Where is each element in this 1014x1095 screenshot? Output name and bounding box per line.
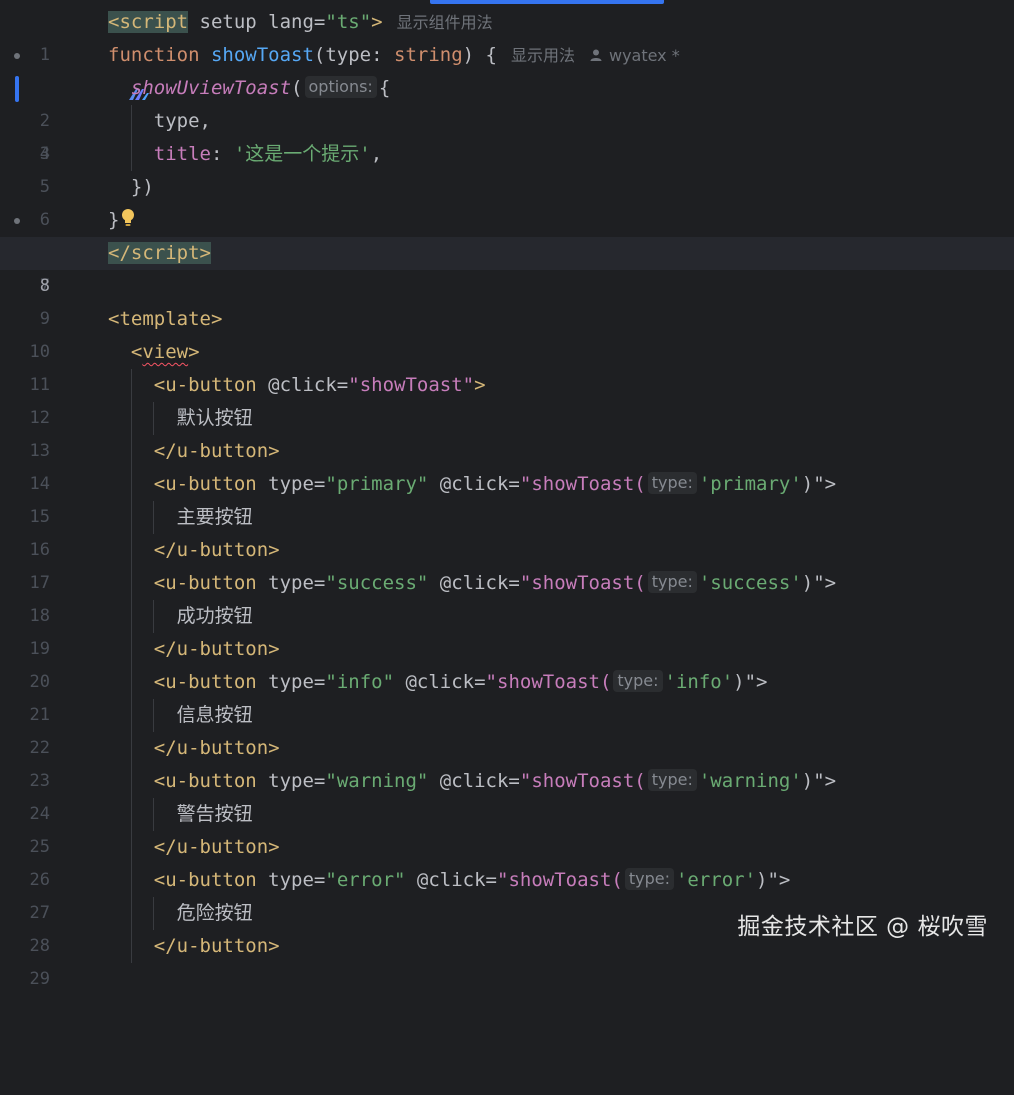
code-line[interactable]: 4 type, bbox=[0, 105, 1014, 164]
code-line[interactable]: 26 </u-button> bbox=[0, 831, 1014, 890]
code-line[interactable]: 17 </u-button> bbox=[0, 534, 1014, 593]
code-editor[interactable]: 1 <script setup lang="ts"> 显示组件用法 2 funct… bbox=[0, 6, 1014, 989]
code-line[interactable]: 7 } bbox=[0, 204, 1014, 296]
code-text: <u-button type="success" @click="showToa… bbox=[153, 570, 837, 594]
code-line[interactable]: 3 showUviewToast(options:{ bbox=[0, 72, 1014, 164]
watermark: 掘金技术社区 @ 桜吹雪 bbox=[737, 914, 988, 940]
code-text: 警告按钮 bbox=[176, 803, 253, 825]
code-text: <view> bbox=[130, 341, 200, 363]
code-line-current[interactable]: 8 </script> bbox=[0, 237, 1014, 296]
code-line[interactable]: 5 title: '这是一个提示', bbox=[0, 138, 1014, 197]
parameter-hint: type: bbox=[647, 570, 697, 593]
code-line[interactable]: 23 </u-button> bbox=[0, 732, 1014, 791]
code-line[interactable]: 24 <u-button type="warning" @click="show… bbox=[0, 765, 1014, 824]
code-text: </u-button> bbox=[153, 836, 280, 858]
code-text: 危险按钮 bbox=[176, 902, 253, 924]
code-text: <u-button type="info" @click="showToast(… bbox=[153, 669, 768, 693]
code-line[interactable]: 11 <view> bbox=[0, 336, 1014, 395]
code-line[interactable]: 18 <u-button type="success" @click="show… bbox=[0, 567, 1014, 626]
code-line[interactable]: 21 <u-button type="info" @click="showToa… bbox=[0, 666, 1014, 725]
fold-marker[interactable] bbox=[14, 218, 20, 224]
code-line[interactable]: 9 bbox=[0, 270, 1014, 329]
function-usage-hint[interactable]: 显示用法 bbox=[511, 46, 575, 65]
code-text: <u-button type="warning" @click="showToa… bbox=[153, 768, 837, 792]
lightbulb-icon[interactable] bbox=[121, 209, 135, 233]
active-tab-indicator bbox=[430, 0, 664, 4]
code-line[interactable]: 27 <u-button type="error" @click="showTo… bbox=[0, 864, 1014, 923]
code-text: <u-button type="primary" @click="showToa… bbox=[153, 471, 837, 495]
code-text: title: '这是一个提示', bbox=[153, 143, 383, 165]
code-text: 主要按钮 bbox=[176, 506, 253, 528]
code-text: 默认按钮 bbox=[176, 407, 253, 429]
author-hint[interactable]: wyatex * bbox=[589, 46, 680, 65]
parameter-hint: type: bbox=[647, 768, 697, 791]
code-text: }) bbox=[130, 176, 154, 198]
code-text: <u-button type="error" @click="showToast… bbox=[153, 867, 791, 891]
code-text: } bbox=[108, 204, 135, 237]
code-text: <u-button @click="showToast"> bbox=[153, 374, 486, 396]
code-line[interactable]: 6 }) bbox=[0, 171, 1014, 230]
script-usage-hint[interactable]: 显示组件用法 bbox=[397, 13, 493, 32]
parameter-hint: type: bbox=[624, 867, 674, 890]
code-text: </script> bbox=[108, 242, 211, 264]
parameter-hint: type: bbox=[647, 471, 697, 494]
code-text: </u-button> bbox=[153, 638, 280, 660]
code-line[interactable]: 20 </u-button> bbox=[0, 633, 1014, 692]
code-line[interactable]: 22 信息按钮 bbox=[0, 699, 1014, 758]
code-line[interactable]: 14 </u-button> bbox=[0, 435, 1014, 494]
line-number: 29 bbox=[29, 969, 50, 989]
unresolved-tag-warning: view bbox=[142, 341, 189, 363]
code-line[interactable]: 16 主要按钮 bbox=[0, 501, 1014, 560]
code-line[interactable]: 2 function showToast(type: string) {显示用法… bbox=[0, 39, 1014, 131]
code-text: 成功按钮 bbox=[176, 605, 253, 627]
code-line[interactable]: 25 警告按钮 bbox=[0, 798, 1014, 857]
user-icon bbox=[590, 49, 602, 61]
code-line[interactable]: 19 成功按钮 bbox=[0, 600, 1014, 659]
code-text: showUviewToast(options:{ bbox=[130, 75, 391, 99]
code-line[interactable]: 13 默认按钮 bbox=[0, 402, 1014, 461]
code-line[interactable]: 15 <u-button type="primary" @click="show… bbox=[0, 468, 1014, 527]
code-text: </u-button> bbox=[153, 935, 280, 957]
code-text: <script setup lang="ts"> 显示组件用法 bbox=[108, 11, 493, 33]
code-text: 信息按钮 bbox=[176, 704, 253, 726]
code-text: type, bbox=[153, 110, 211, 132]
code-text: function showToast(type: string) {显示用法 wy… bbox=[108, 44, 680, 66]
code-text: </u-button> bbox=[153, 539, 280, 561]
code-text: <template> bbox=[108, 308, 223, 330]
code-line[interactable]: 1 <script setup lang="ts"> 显示组件用法 bbox=[0, 6, 1014, 65]
fold-marker[interactable] bbox=[14, 53, 20, 59]
parameter-hint: type: bbox=[613, 669, 663, 692]
change-marker[interactable] bbox=[15, 76, 19, 102]
code-text: </u-button> bbox=[153, 737, 280, 759]
code-text: </u-button> bbox=[153, 440, 280, 462]
code-line[interactable]: 12 <u-button @click="showToast"> bbox=[0, 369, 1014, 428]
code-line[interactable]: 10 <template> bbox=[0, 303, 1014, 362]
parameter-hint: options: bbox=[304, 75, 377, 98]
